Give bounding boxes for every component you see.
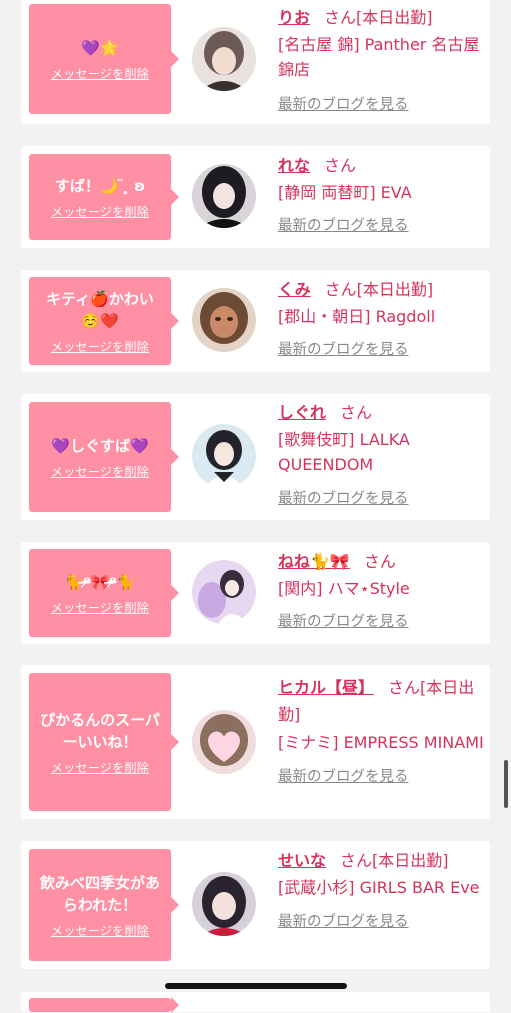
shop-label: [ミナミ] EMPRESS MINAMI [278,733,484,752]
profile-name-link[interactable]: くみ [278,280,311,299]
shop-label: [静岡 両替町] EVA [278,183,412,202]
photo-avatar-icon [192,872,256,936]
name-suffix: さん [340,403,373,422]
photo-avatar-icon [192,424,256,488]
profile-info: せいな さん[本日出勤] [武蔵小杉] GIRLS BAR Eve 最新のブログを… [278,849,484,931]
avatar[interactable] [192,164,256,228]
message-bubble: 飲みべ四季女があらわれた！ メッセージを削除 [29,849,179,961]
message-bubble: ぴかるんのスーパーいいね！ メッセージを削除 [29,673,179,811]
shop-label: [郡山・朝日] Ragdoll [278,307,436,326]
home-indicator[interactable] [165,983,347,989]
profile-name-link[interactable]: ヒカル【昼】 [278,678,374,697]
message-text: 🐈ᵒ̴̶̷🎀ᵒ̴̶̷🐈 [64,572,136,591]
delete-message-link[interactable]: メッセージを削除 [51,203,149,220]
delete-message-link[interactable]: メッセージを削除 [51,922,149,939]
message-text: 💜🌟 [81,38,119,57]
blog-link[interactable]: 最新のブログを見る [278,214,409,235]
list-item: ぴかるんのスーパーいいね！ メッセージを削除 ヒカル【昼】 さん[本日出勤] [ミ… [21,665,490,819]
profile-info: ねね🐈🎀 さん [関内] ハマ⋆Style 最新のブログを見る [278,550,484,631]
shop-label: [歌舞伎町] LALKA QUEENDOM [278,430,410,474]
shop-label: [関内] ハマ⋆Style [278,579,410,598]
profile-name-link[interactable]: せいな [278,851,326,870]
message-text: ぴかるんのスーパーいいね！ [40,710,160,751]
profile-name-link[interactable]: りお [278,8,310,27]
list-item: キティ🍎かわい☺️❤️ メッセージを削除 くみ さん[本日出勤] [郡山・朝日] … [21,270,490,372]
delete-message-link[interactable]: メッセージを削除 [51,463,149,480]
profile-name-link[interactable]: ねね🐈🎀 [278,552,350,571]
message-text: 飲みべ四季女があらわれた！ [39,873,160,914]
photo-avatar-icon [192,27,256,91]
blog-link[interactable]: 最新のブログを見る [278,338,409,359]
avatar[interactable] [192,710,256,774]
avatar[interactable] [192,27,256,91]
profile-name-link[interactable]: しぐれ [278,403,326,422]
avatar[interactable] [192,424,256,488]
name-suffix: さん[本日出勤] [324,280,434,299]
shop-label: [名古屋 錦] Panther 名古屋錦店 [278,35,480,79]
message-text: キティ🍎かわい☺️❤️ [46,289,154,330]
name-suffix: さん [363,552,396,571]
list-item: 飲みべ四季女があらわれた！ メッセージを削除 せいな さん[本日出勤] [武蔵小杉… [21,841,490,969]
profile-info: くみ さん[本日出勤] [郡山・朝日] Ragdoll 最新のブログを見る [278,278,484,359]
blog-link[interactable]: 最新のブログを見る [278,610,409,631]
heart-avatar-icon [192,710,256,774]
shop-label: [武蔵小杉] GIRLS BAR Eve [278,878,480,897]
avatar[interactable] [192,560,256,624]
message-bubble: キティ🍎かわい☺️❤️ メッセージを削除 [29,277,179,365]
avatar[interactable] [192,288,256,352]
photo-avatar-icon [192,288,256,352]
profile-name-link[interactable]: れな [278,156,310,175]
blog-link[interactable]: 最新のブログを見る [278,910,409,931]
profile-info: れな さん [静岡 両替町] EVA 最新のブログを見る [278,154,484,235]
profile-info: りお さん[本日出勤] [名古屋 錦] Panther 名古屋錦店 最新のブログを… [278,6,484,114]
avatar[interactable] [192,872,256,936]
profile-info: ヒカル【昼】 さん[本日出勤] [ミナミ] EMPRESS MINAMI 最新のブ… [278,674,484,786]
message-bubble: 🐈ᵒ̴̶̷🎀ᵒ̴̶̷🐈 メッセージを削除 [29,549,179,637]
message-bubble [29,997,179,1013]
list-item [21,992,490,1013]
scrollbar[interactable] [504,760,508,808]
photo-avatar-icon [192,164,256,228]
name-suffix: さん [324,156,357,175]
blog-link[interactable]: 最新のブログを見る [278,487,409,508]
message-bubble: 💜しぐすば💜 メッセージを削除 [29,402,179,512]
list-item: 💜🌟 メッセージを削除 りお さん[本日出勤] [名古屋 錦] Panther 名… [21,0,490,124]
delete-message-link[interactable]: メッセージを削除 [51,338,149,355]
message-bubble: すば！🌙 ̈ ̥ ʚ メッセージを削除 [29,154,179,240]
photo-avatar-icon [192,560,256,624]
delete-message-link[interactable]: メッセージを削除 [51,599,149,616]
name-suffix: さん[本日出勤] [324,8,433,27]
delete-message-link[interactable]: メッセージを削除 [51,65,149,82]
message-text: すば！🌙 ̈ ̥ ʚ [54,176,146,195]
list-item: 💜しぐすば💜 メッセージを削除 しぐれ さん [歌舞伎町] LALKA QUEEN… [21,394,490,520]
blog-link[interactable]: 最新のブログを見る [278,765,409,786]
blog-link[interactable]: 最新のブログを見る [278,93,409,114]
profile-info: しぐれ さん [歌舞伎町] LALKA QUEENDOM 最新のブログを見る [278,401,484,508]
delete-message-link[interactable]: メッセージを削除 [51,759,149,776]
message-bubble: 💜🌟 メッセージを削除 [29,4,179,114]
name-suffix: さん[本日出勤] [340,851,449,870]
list-item: 🐈ᵒ̴̶̷🎀ᵒ̴̶̷🐈 メッセージを削除 ねね🐈🎀 さん [関内] ハマ⋆Styl… [21,542,490,644]
list-item: すば！🌙 ̈ ̥ ʚ メッセージを削除 れな さん [静岡 両替町] EVA 最新… [21,146,490,248]
message-text: 💜しぐすば💜 [51,436,149,455]
